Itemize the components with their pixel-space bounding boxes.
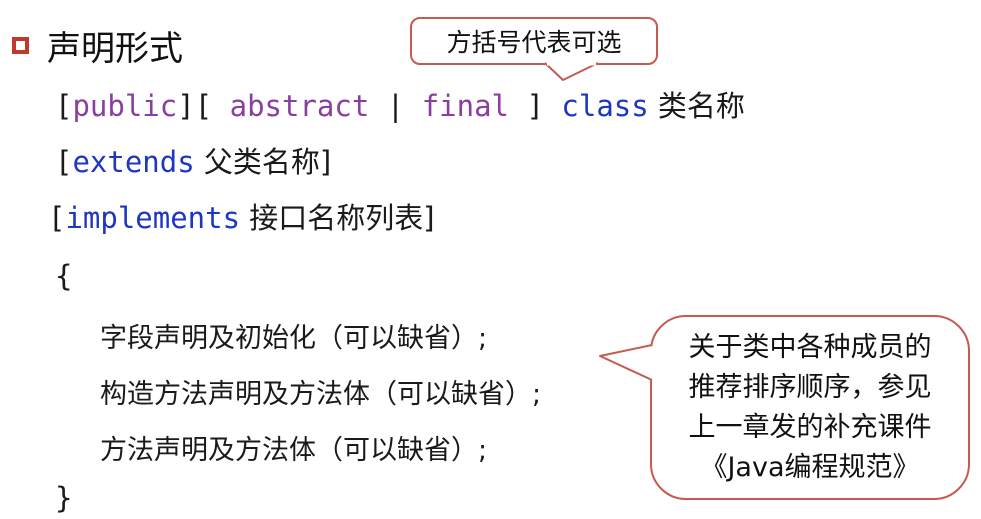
- keyword-public: public: [72, 89, 178, 123]
- side-callout-line: 《Java编程规范》: [700, 451, 920, 483]
- side-callout-line: 推荐排序顺序，参见: [688, 371, 932, 403]
- keyword-extends: extends: [72, 145, 195, 179]
- keyword-implements: implements: [65, 201, 241, 235]
- keyword-final: final: [421, 89, 510, 123]
- square-bullet-icon: [12, 36, 29, 54]
- code-line-implements: [implements 接口名称列表]: [48, 201, 435, 235]
- parent-class-placeholder: 父类名称]: [194, 145, 332, 179]
- class-name-placeholder: 类名称: [648, 89, 745, 123]
- side-callout-line: 关于类中各种成员的: [688, 331, 932, 363]
- code-line-class-declaration: [public][ abstract | final ] class 类名称: [55, 89, 745, 123]
- section-heading: 声明形式: [12, 18, 183, 72]
- code-line-extends: [extends 父类名称]: [55, 145, 332, 179]
- body-line-methods: 方法声明及方法体（可以缺省）;: [100, 435, 488, 466]
- keyword-abstract: abstract: [229, 89, 370, 123]
- body-line-fields: 字段声明及初始化（可以缺省）;: [100, 323, 488, 354]
- open-brace: {: [55, 259, 73, 293]
- keyword-class: class: [561, 89, 649, 123]
- interface-list-placeholder: 接口名称列表]: [240, 201, 435, 235]
- side-callout-line: 上一章发的补充课件: [688, 411, 932, 443]
- side-callout-bubble: 关于类中各种成员的 推荐排序顺序，参见 上一章发的补充课件 《Java编程规范》: [650, 315, 970, 500]
- close-brace: }: [55, 481, 73, 515]
- top-callout-text: 方括号代表可选: [446, 28, 622, 57]
- top-callout-bubble: 方括号代表可选: [410, 17, 658, 65]
- body-line-constructors: 构造方法声明及方法体（可以缺省）;: [100, 379, 542, 410]
- heading-text: 声明形式: [47, 28, 183, 69]
